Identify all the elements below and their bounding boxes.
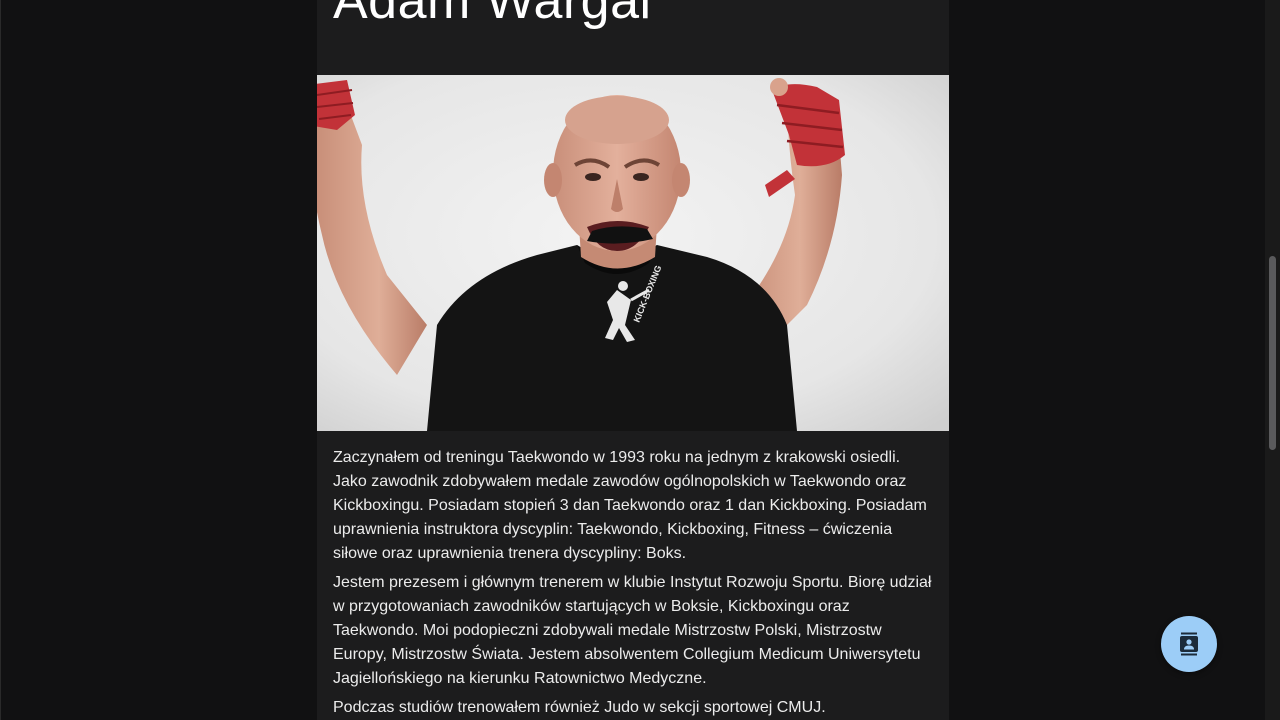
trainer-bio: Zaczynałem od treningu Taekwondo w 1993 … — [333, 446, 937, 720]
scrollbar-thumb[interactable] — [1269, 256, 1276, 450]
contact-card-icon — [1180, 632, 1198, 656]
contact-button[interactable] — [1161, 616, 1217, 672]
bio-paragraph: Zaczynałem od treningu Taekwondo w 1993 … — [333, 449, 927, 562]
trainer-profile-card: Adam Wargal KICK-BOXING Zaczynałem od tr… — [317, 0, 949, 720]
page-scrollbar[interactable] — [1265, 0, 1280, 720]
trainer-photo: KICK-BOXING — [317, 75, 949, 431]
page-edge — [0, 0, 1, 720]
trainer-name: Adam Wargal — [333, 0, 652, 30]
bio-paragraph: Jestem prezesem i głównym trenerem w klu… — [333, 574, 932, 687]
bio-paragraph: Podczas studiów trenowałem również Judo … — [333, 699, 826, 716]
